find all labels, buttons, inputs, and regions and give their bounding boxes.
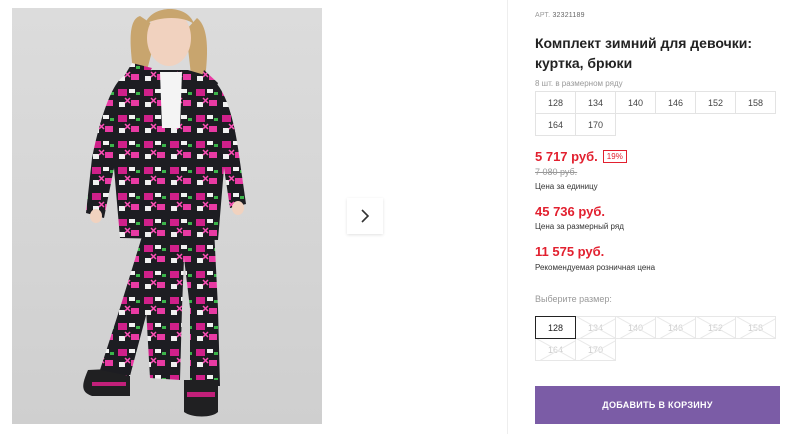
old-price: 7 080 руб. xyxy=(535,167,578,177)
range-price-note: Цена за размерный ряд xyxy=(535,222,624,231)
size-range-cell: 164 xyxy=(535,113,576,136)
product-sku: АРТ. 32321189 xyxy=(535,12,585,19)
size-option-selected[interactable]: 128 xyxy=(535,316,576,339)
rrp-price-note: Рекомендуемая розничная цена xyxy=(535,263,656,272)
size-range-cell: 152 xyxy=(695,91,736,114)
rrp-price: 11 575 руб. xyxy=(535,244,605,259)
size-range-cell: 170 xyxy=(575,113,616,136)
size-range-cell: 134 xyxy=(575,91,616,114)
size-option[interactable]: 152 xyxy=(695,316,736,339)
discount-badge: 19% xyxy=(602,150,627,163)
sku-label: АРТ. xyxy=(535,12,551,19)
sku-code: 32321189 xyxy=(552,12,585,19)
divider xyxy=(507,0,508,434)
size-range-cell: 140 xyxy=(615,91,656,114)
size-range-cell: 158 xyxy=(735,91,776,114)
size-selector: 128 134 140 146 152 158 164 170 xyxy=(535,316,781,361)
size-option[interactable]: 170 xyxy=(575,338,616,361)
unit-price: 5 717 руб. 19% xyxy=(535,149,627,164)
size-option[interactable]: 140 xyxy=(615,316,656,339)
size-range-grid: 128 134 140 146 152 158 164 170 xyxy=(535,91,781,136)
gallery-next-button[interactable] xyxy=(347,198,383,234)
size-option[interactable]: 146 xyxy=(655,316,696,339)
range-price: 45 736 руб. xyxy=(535,204,606,219)
size-range-cell: 128 xyxy=(535,91,576,114)
size-option[interactable]: 158 xyxy=(735,316,776,339)
size-range-cell: 146 xyxy=(655,91,696,114)
unit-price-note: Цена за единицу xyxy=(535,182,598,191)
product-image[interactable] xyxy=(12,8,322,424)
product-photo xyxy=(12,8,322,424)
size-option[interactable]: 164 xyxy=(535,338,576,361)
size-range-note: 8 шт. в размерном ряду xyxy=(535,79,623,88)
chevron-right-icon xyxy=(361,209,370,223)
size-option[interactable]: 134 xyxy=(575,316,616,339)
product-title: Комплект зимний для девочки: куртка, брю… xyxy=(535,35,752,71)
unit-price-value: 5 717 руб. xyxy=(535,149,598,164)
size-select-label: Выберите размер: xyxy=(535,294,612,304)
add-to-cart-button[interactable]: ДОБАВИТЬ В КОРЗИНУ xyxy=(535,386,780,424)
